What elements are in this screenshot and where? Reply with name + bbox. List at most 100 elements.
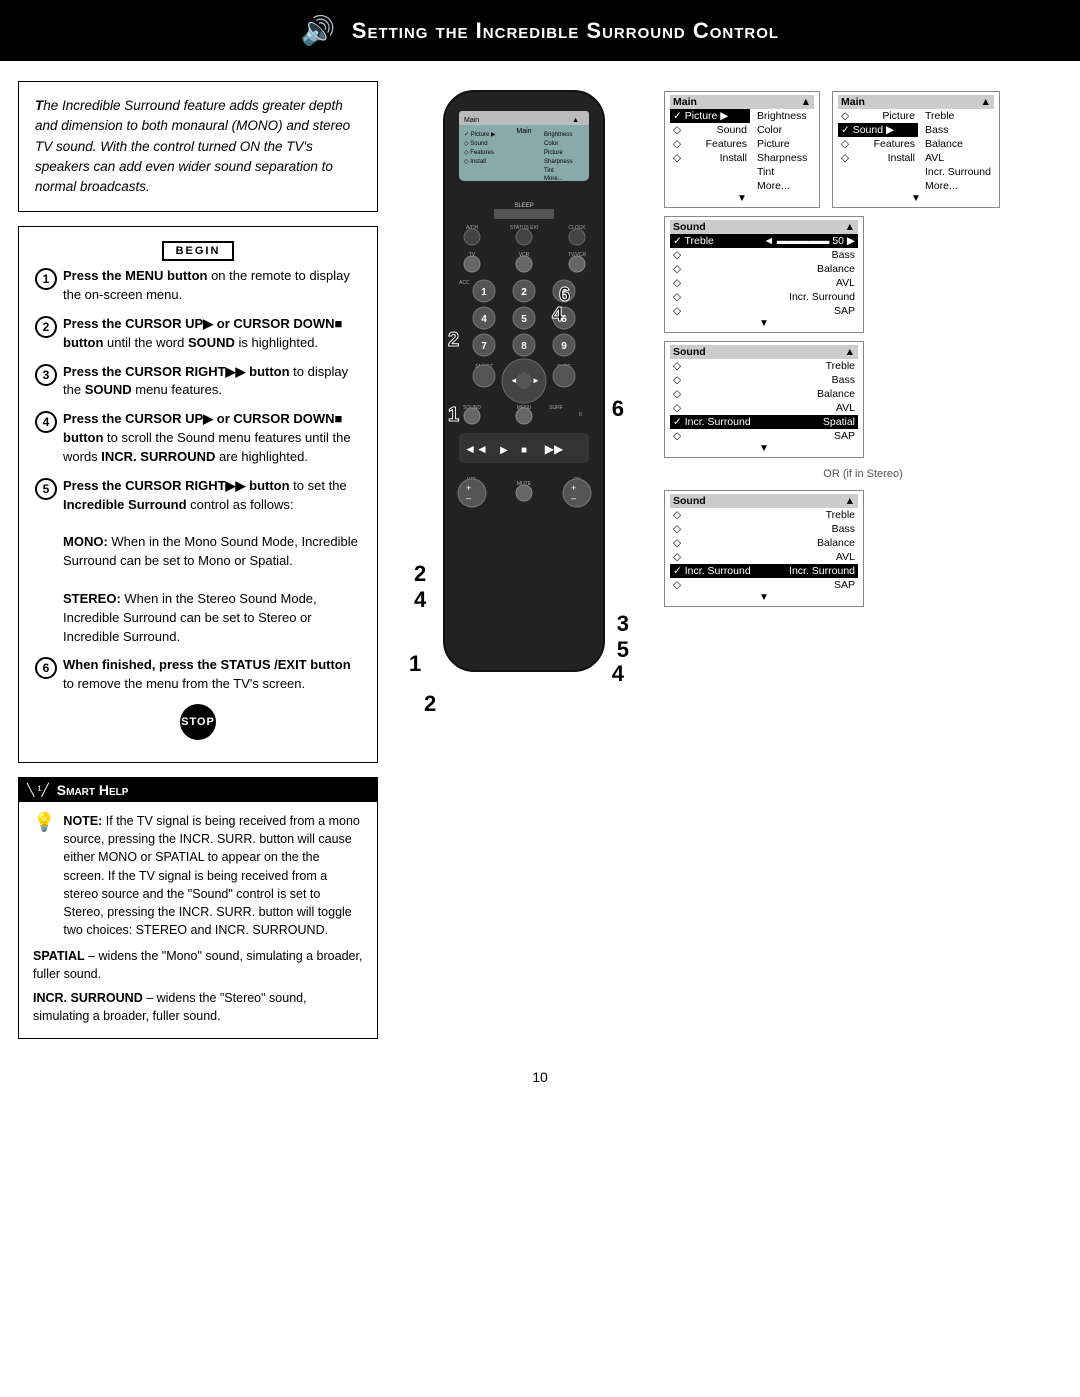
right-column: Main Main ▲ ✓ Picture ▶ Brightness ◇ Sou… — [394, 81, 1062, 1039]
panel5-treble: Treble — [670, 508, 858, 522]
panel2-balance: Balance — [922, 137, 994, 151]
panel5-title: Sound ▲ — [670, 494, 858, 508]
panel4-balance: Balance — [670, 387, 858, 401]
menu-panel-5: Sound ▲ Treble Bass Balance AVL ✓ Incr. … — [664, 490, 864, 607]
intro-text: The Incredible Surround feature adds gre… — [35, 96, 361, 197]
stop-circle: STOP — [180, 704, 216, 740]
svg-text:■: ■ — [521, 445, 527, 456]
svg-text:▶: ▶ — [500, 445, 508, 456]
panel4-title: Sound ▲ — [670, 345, 858, 359]
panel2-picture: Picture — [838, 109, 918, 123]
step-5: 5 Press the CURSOR RIGHT▶▶ button to set… — [35, 477, 361, 647]
svg-text:Tint: Tint — [544, 168, 554, 174]
diagonal-lines-icon: ╲ ¹╱ — [27, 783, 49, 797]
step-3: 3 Press the CURSOR RIGHT▶▶ button to dis… — [35, 363, 361, 401]
panel2-install: Install — [838, 151, 918, 165]
panel3-title: Sound ▲ — [670, 220, 858, 234]
panels-area: Main ▲ ✓ Picture ▶ Sound Features Instal… — [664, 81, 1062, 1039]
step-3-content: Press the CURSOR RIGHT▶▶ button to displ… — [63, 363, 361, 401]
panel1-brightness: Brightness — [754, 109, 814, 123]
step-1-number: 1 — [35, 268, 57, 290]
panel4-sap: SAP — [670, 429, 858, 443]
remote-control-svg: Main Main ▲ ✓ Picture ▶ Brightness ◇ Sou… — [404, 81, 644, 761]
step-2-number: 2 — [35, 316, 57, 338]
panel2-arrow-down: ▼ — [838, 193, 994, 204]
svg-text:SLEEP: SLEEP — [514, 203, 533, 209]
step-1: 1 Press the MENU button on the remote to… — [35, 267, 361, 305]
panel1-sharpness: Sharpness — [754, 151, 814, 165]
panel2-more: More... — [922, 179, 994, 193]
menu-panel-4: Sound ▲ Treble Bass Balance AVL ✓ Incr. … — [664, 341, 864, 458]
svg-text:▶▶: ▶▶ — [545, 442, 564, 456]
svg-text:◄◄: ◄◄ — [464, 442, 488, 456]
panel5-balance: Balance — [670, 536, 858, 550]
step-4-number: 4 — [35, 411, 57, 433]
svg-text:►: ► — [532, 376, 540, 385]
svg-text:◇ Features: ◇ Features — [464, 150, 494, 156]
panel1-tint: Tint — [754, 165, 814, 179]
step-6: 6 When finished, press the STATUS /EXIT … — [35, 656, 361, 694]
svg-text:Picture: Picture — [544, 150, 563, 156]
left-column: The Incredible Surround feature adds gre… — [18, 81, 378, 1039]
panel4-arrow-down: ▼ — [670, 443, 858, 454]
panel1-picture: ✓ Picture ▶ — [670, 109, 750, 123]
panel1-arrow-down: ▼ — [670, 193, 814, 204]
svg-text:II: II — [579, 412, 582, 418]
step-4-content: Press the CURSOR UP▶ or CURSOR DOWN■ but… — [63, 410, 361, 467]
panel5-sap: SAP — [670, 578, 858, 592]
svg-text:ACC: ACC — [459, 280, 470, 286]
panel1-more: More... — [754, 179, 814, 193]
step-5-number: 5 — [35, 478, 57, 500]
panel2-sound: ✓ Sound ▶ — [838, 123, 918, 137]
panel2-incr-surround: Incr. Surround — [922, 165, 994, 179]
svg-text:2: 2 — [448, 329, 459, 351]
panel2-title: Main ▲ — [838, 95, 994, 109]
svg-text:Main: Main — [464, 117, 479, 124]
remote-area: Main Main ▲ ✓ Picture ▶ Brightness ◇ Sou… — [394, 81, 654, 1039]
svg-text:◇ Install: ◇ Install — [464, 159, 486, 165]
panel3-arrow-down: ▼ — [670, 318, 858, 329]
svg-text:✓ Picture ▶: ✓ Picture ▶ — [464, 132, 496, 138]
step-5-content: Press the CURSOR RIGHT▶▶ button to set t… — [63, 477, 361, 647]
panel1-sound: Sound — [670, 123, 750, 137]
step-3-number: 3 — [35, 364, 57, 386]
panel5-bass: Bass — [670, 522, 858, 536]
menu-panel-3: Sound ▲ ✓ Treble ◄ ▬▬▬▬▬ 50 ▶ Bass Balan… — [664, 216, 864, 333]
svg-text:9: 9 — [561, 341, 567, 352]
panel3-bass: Bass — [670, 248, 858, 262]
panel1-title: Main ▲ — [670, 95, 814, 109]
panel5-arrow-down: ▼ — [670, 592, 858, 603]
svg-text:Sharpness: Sharpness — [544, 159, 573, 165]
stop-badge: STOP — [35, 704, 361, 740]
panel1-features: Features — [670, 137, 750, 151]
svg-text:7: 7 — [481, 341, 487, 352]
menu-panel-1: Main ▲ ✓ Picture ▶ Sound Features Instal… — [664, 91, 820, 208]
smart-help-content: NOTE: If the TV signal is being received… — [63, 812, 363, 939]
panel5-avl: AVL — [670, 550, 858, 564]
step-2: 2 Press the CURSOR UP▶ or CUR­SOR DOWN■ … — [35, 315, 361, 353]
page-number: 10 — [0, 1059, 1080, 1095]
svg-text:1: 1 — [481, 287, 487, 298]
top-panel-row: Main ▲ ✓ Picture ▶ Sound Features Instal… — [664, 91, 1062, 208]
smart-help-box: ╲ ¹╱ Smart Help 💡 NOTE: If the TV signal… — [18, 777, 378, 1038]
svg-text:◇ Sound: ◇ Sound — [464, 141, 488, 147]
panel3-sap: SAP — [670, 304, 858, 318]
svg-text:4: 4 — [552, 304, 564, 326]
page-title: Setting the Incredible Surround Control — [352, 18, 779, 44]
intro-box: The Incredible Surround feature adds gre… — [18, 81, 378, 212]
svg-text:More...: More... — [544, 176, 563, 182]
panel2-features: Features — [838, 137, 918, 151]
svg-text:Brightness: Brightness — [544, 132, 572, 138]
menu-panel-2: Main ▲ Picture ✓ Sound ▶ Features Instal… — [832, 91, 1000, 208]
panel2-bass: Bass — [922, 123, 994, 137]
panel3-treble: ✓ Treble ◄ ▬▬▬▬▬ 50 ▶ — [670, 234, 858, 248]
svg-text:+: + — [571, 483, 576, 493]
lightbulb-icon: 💡 — [33, 812, 55, 833]
begin-badge: BEGIN — [35, 241, 361, 257]
panel2-avl: AVL — [922, 151, 994, 165]
svg-text:Main: Main — [516, 128, 531, 135]
step-4: 4 Press the CURSOR UP▶ or CURSOR DOWN■ b… — [35, 410, 361, 467]
panel1-install: Install — [670, 151, 750, 165]
panel4-treble: Treble — [670, 359, 858, 373]
panel3-balance: Balance — [670, 262, 858, 276]
